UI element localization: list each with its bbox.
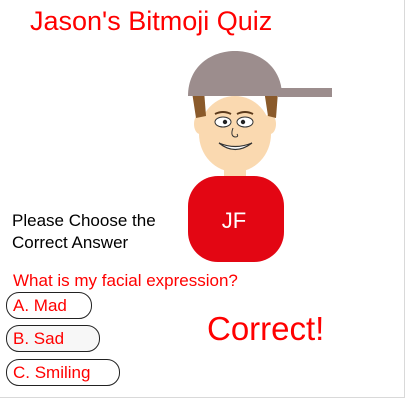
bitmoji-avatar: JF [188, 51, 332, 262]
question-text: What is my facial expression? [13, 271, 238, 290]
feedback-message: Correct! [207, 310, 325, 347]
instruction-line-2: Correct Answer [12, 233, 129, 252]
quiz-title: Jason's Bitmoji Quiz [30, 6, 273, 36]
cap-brim [278, 88, 332, 97]
frame-border-right [404, 0, 405, 397]
face [199, 96, 271, 172]
answer-option-a[interactable]: A. Mad [6, 292, 92, 319]
cap [188, 51, 282, 96]
answer-option-b[interactable]: B. Sad [6, 325, 100, 352]
frame-border-bottom [0, 397, 405, 398]
instruction-line-1: Please Choose the [12, 211, 156, 230]
instruction-text: Please Choose the Correct Answer [12, 210, 156, 254]
left-pupil [222, 119, 228, 125]
answer-option-c[interactable]: C. Smiling [6, 359, 120, 386]
shirt-initials: JF [222, 208, 246, 233]
right-pupil [240, 119, 246, 125]
